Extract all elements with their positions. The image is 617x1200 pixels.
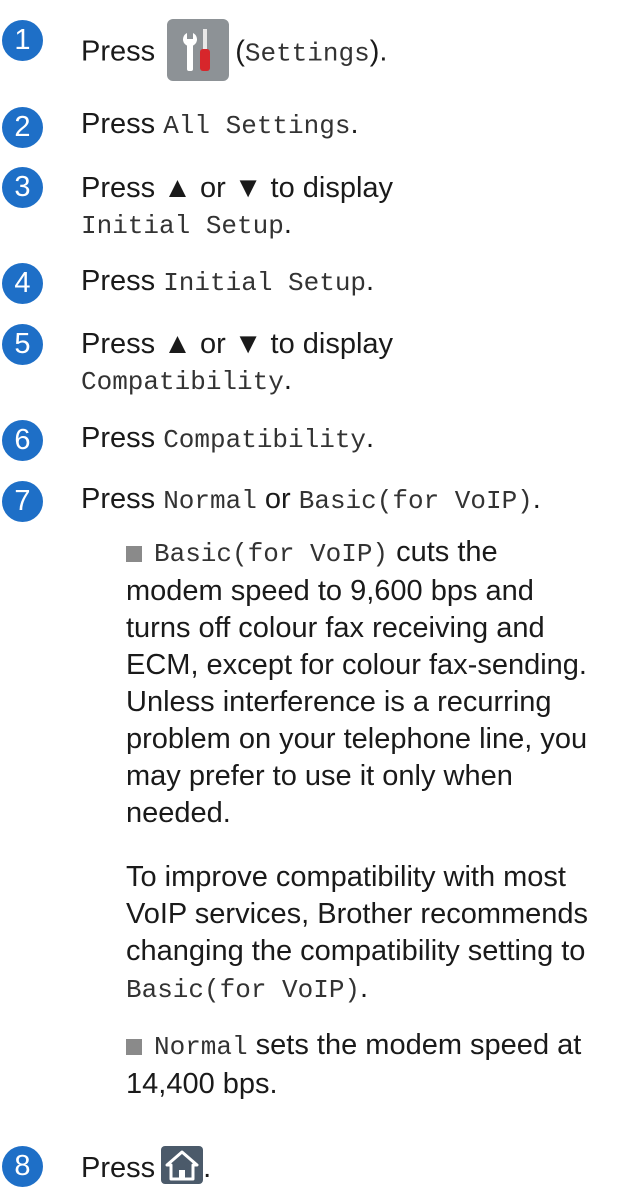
step-verb: Press — [81, 483, 156, 515]
step-text-line1: Press ▲ or ▼ to display — [81, 328, 394, 360]
step-number: 5 — [2, 324, 43, 365]
step-verb: Press — [81, 35, 156, 68]
ui-term: Initial Setup — [163, 268, 367, 298]
step-text-line2: Compatibility. — [81, 364, 292, 397]
step-number: 3 — [2, 167, 43, 208]
ui-term: Basic(for VoIP) — [298, 486, 533, 516]
step-text: Press All Settings. — [81, 108, 359, 141]
ui-term: Compatibility — [81, 367, 284, 397]
step-text: Press (Settings). — [81, 19, 387, 84]
step-number: 4 — [2, 263, 43, 304]
step-number: 8 — [2, 1146, 43, 1187]
step-number: 7 — [2, 481, 43, 522]
note-paragraph: To improve compatibility with most VoIP … — [126, 861, 589, 1005]
step-text: Press . — [81, 1146, 211, 1188]
note-normal: Normal sets the modem speed at 14,400 bp… — [126, 1029, 582, 1100]
step-number: 2 — [2, 107, 43, 148]
step-number: 6 — [2, 420, 43, 461]
step-verb: Press — [81, 108, 156, 140]
ui-term: Normal — [163, 486, 257, 516]
ui-term: Normal — [154, 1032, 248, 1062]
ui-term: Basic(for VoIP) — [154, 539, 389, 569]
ui-term: Compatibility — [163, 425, 367, 455]
ui-term: All Settings — [163, 111, 351, 141]
ui-term: Basic(for VoIP) — [126, 975, 361, 1005]
ui-term: Settings — [244, 38, 370, 69]
step-text: Press Compatibility. — [81, 422, 375, 455]
settings-tools-icon — [167, 19, 230, 81]
step-text-line2: Initial Setup. — [81, 208, 292, 241]
ui-term: Initial Setup — [81, 211, 284, 241]
step-verb: Press — [81, 422, 156, 454]
step-text-line1: Press ▲ or ▼ to display — [81, 172, 394, 204]
home-icon — [161, 1146, 204, 1185]
note-basic-voip: Basic(for VoIP) cuts the modem speed to … — [126, 536, 588, 829]
step-verb: Press — [81, 265, 156, 297]
step-verb: Press — [81, 1152, 156, 1184]
step-text: Press Normal or Basic(for VoIP). — [81, 483, 541, 516]
step-number: 1 — [2, 20, 43, 61]
step-text: Press Initial Setup. — [81, 265, 375, 298]
